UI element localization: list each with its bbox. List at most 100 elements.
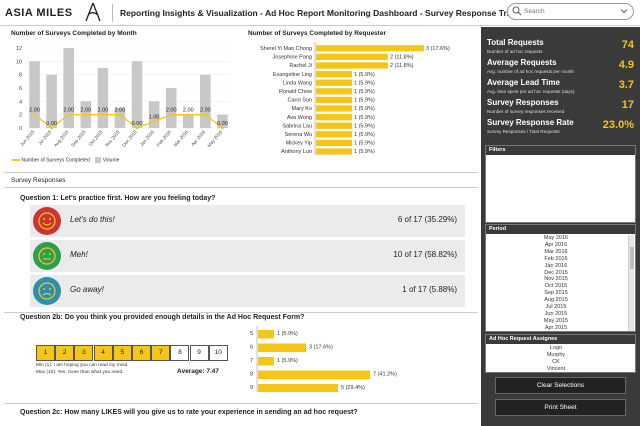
data-label: 1 (5.9%) [354,72,375,78]
assignee-title: Ad Hoc Request Assignee [486,335,635,344]
kpi-label: Survey Response Rate [487,118,574,127]
legend-bar-label: Volume [102,157,120,164]
category-label: Ava Wong [287,115,312,121]
scale-cell: 1 [36,345,55,361]
data-label: 1.00 [149,114,160,120]
assignee-option[interactable]: CK [486,359,626,365]
data-label: 2.00 [183,108,194,114]
assignee-option[interactable]: Logo [486,345,626,351]
kpi-label: Total Requests [487,38,544,47]
period-option[interactable]: Dec 2015 [486,270,626,276]
scale-cell: 7 [151,345,171,361]
data-label: 1 (5.9%) [354,80,375,86]
scale-cell: 4 [93,345,113,361]
period-option[interactable]: Nov 2015 [486,276,626,282]
sidebar: Total Requests Number of ad hoc requests… [481,27,640,426]
response-row: Let's do this! 6 of 17 (35.29%) [30,205,465,237]
average-score: Average: 7.47 [177,368,220,375]
scale-cell: 3 [74,345,94,361]
q-divider [4,312,478,313]
period-option[interactable]: Jul 2015 [486,304,626,310]
category-label: Mary Ko [292,106,312,112]
requester-bar [316,71,352,78]
category-label: Serena Wu [285,132,312,138]
volume-bar [63,48,75,128]
chevron-down-icon[interactable] [620,7,628,15]
line-point [101,113,105,116]
period-option[interactable]: Apr 2015 [486,325,626,331]
kpi-sub: Survey Responses / Total Requests [487,129,560,134]
period-option[interactable]: Jan 2016 [486,263,626,269]
requester-bar [316,88,352,95]
data-label: 0.00 [46,121,57,127]
monthly-legend: Number of Surveys Completed Volume [12,157,119,163]
search-input[interactable] [524,6,614,17]
data-label: 2.00 [200,108,211,114]
q2b-bar [258,343,306,352]
data-label: 2.00 [98,108,109,114]
category-label: Sabrina Lau [282,123,312,129]
data-label: 5 (29.4%) [341,385,365,391]
period-option[interactable]: May 2016 [486,235,626,241]
assignee-option[interactable]: Murphy [486,352,626,358]
data-label: 1 (5.9%) [354,106,375,112]
monthly-chart-title: Number of Surveys Completed by Month [11,30,137,37]
clear-selections-button[interactable]: Clear Selections [495,377,626,394]
kpi-value: 23.0% [602,119,634,131]
kpi-value: 4.9 [618,59,634,71]
x-tick-label: Feb 2016 [156,129,173,147]
data-label: 2.00 [166,108,177,114]
header-divider [112,4,113,22]
period-scrollbar[interactable] [628,235,634,331]
category-label: Evangeline Ling [273,72,312,78]
x-tick-label: May 2016 [206,129,223,148]
line-point [84,113,88,116]
monthly-chart: 0 2 4 6 8 10 12 2.00 0.00 2.00 2.00 2.00 2.00 0.00 1.0… [16,46,231,148]
category-label: Josephine Pang [273,55,312,61]
data-label: 2 (11.8%) [390,63,414,69]
period-option[interactable]: Apr 2016 [486,242,626,248]
period-option[interactable]: Aug 2015 [486,297,626,303]
response-count: 1 of 17 (5.88%) [402,285,457,294]
y-tick-label: 0 [19,126,22,132]
data-label: 1 (5.9%) [354,132,375,138]
period-option[interactable]: Feb 2016 [486,256,626,262]
line-point [186,113,190,116]
sad-face-icon [33,277,61,305]
requester-bar [316,139,352,146]
requester-bar [316,114,352,121]
assignee-option[interactable]: Vincent [486,366,626,372]
kpi-total-requests: Total Requests Number of ad hoc requests… [485,37,636,59]
data-label: 2.00 [115,108,126,114]
survey-section-title: Survey Responses [11,177,66,184]
response-row: Meh! 10 of 17 (58.82%) [30,240,465,272]
search-box[interactable] [507,3,634,20]
scroll-thumb[interactable] [630,247,634,269]
period-option[interactable]: May 2015 [486,318,626,324]
period-option[interactable]: Oct 2015 [486,283,626,289]
scale-cell: 10 [208,345,228,361]
period-option[interactable]: Jun 2015 [486,311,626,317]
data-label: 2.00 [29,108,40,114]
y-tick-label: 2 [19,113,22,119]
scale-cell: 2 [55,345,75,361]
print-sheet-button[interactable]: Print Sheet [495,399,626,416]
y-tick-label: 4 [19,99,22,105]
category-label: Carol Sun [288,98,312,104]
x-tick-label: Sep 2015 [70,129,87,148]
y-tick-label: 12 [16,46,22,52]
response-label: Go away! [70,285,104,294]
period-option[interactable]: Sep 2015 [486,290,626,296]
line-point [33,113,36,116]
period-option[interactable]: Mar 2016 [486,249,626,255]
data-label: 7 (41.2%) [373,372,397,378]
kpi-average-requests: Average Requests Avg. number of ad hoc r… [485,57,636,79]
period-title: Period [486,225,635,234]
x-tick-label: Apr 2016 [190,129,206,147]
volume-bar [182,114,194,128]
line-point [221,126,224,130]
data-label: 1 (5.9%) [354,89,375,95]
kpi-label: Average Lead Time [487,78,560,87]
header: ASIA MILES Reporting Insights & Visualiz… [0,0,640,26]
category-label: 9 [250,385,253,391]
